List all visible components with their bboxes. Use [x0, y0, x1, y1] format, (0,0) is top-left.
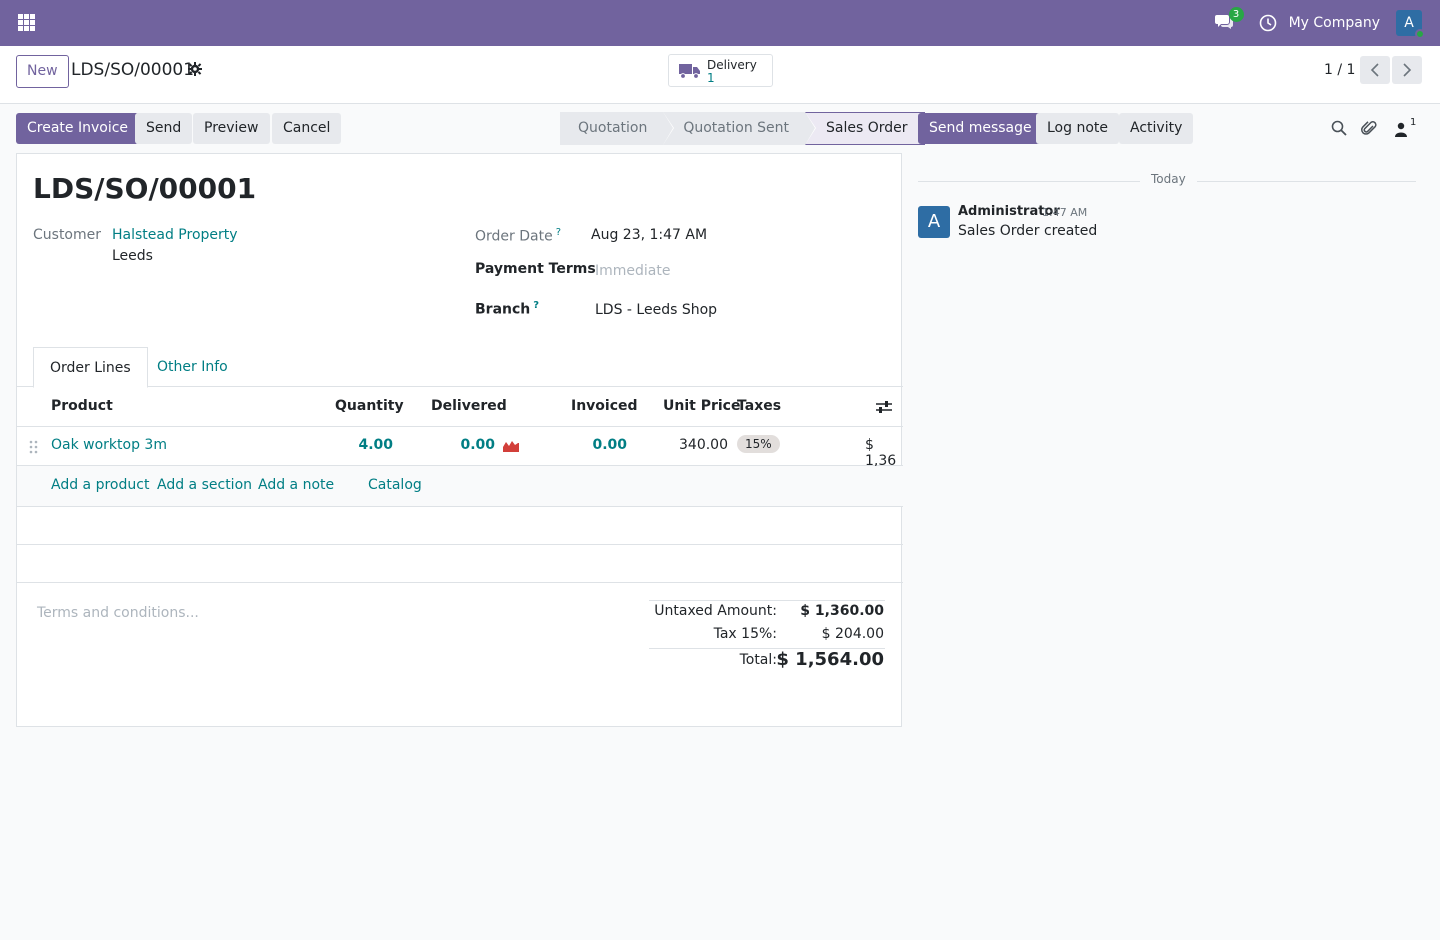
followers-button[interactable]: 1	[1393, 117, 1417, 138]
untaxed-amount-label: Untaxed Amount:	[654, 603, 777, 619]
pager-next-button[interactable]	[1392, 56, 1422, 84]
payment-terms-label: Payment Terms	[475, 261, 596, 277]
terms-conditions-field[interactable]: Terms and conditions...	[37, 605, 199, 621]
preview-button[interactable]: Preview	[193, 113, 270, 144]
today-label: Today	[1140, 172, 1197, 186]
navbar-systray: 3 My Company A	[1214, 0, 1440, 46]
activity-button[interactable]: Activity	[1119, 113, 1194, 144]
drag-handle-icon[interactable]	[29, 440, 39, 454]
cancel-button[interactable]: Cancel	[272, 113, 342, 144]
stage-quotation[interactable]: Quotation	[560, 112, 675, 145]
empty-row	[17, 507, 903, 545]
chat-count-badge: 3	[1228, 7, 1244, 22]
message-author-avatar[interactable]: A	[918, 206, 950, 238]
add-line-row: Add a product Add a section Add a note C…	[17, 466, 903, 507]
stage-quotation-sent[interactable]: Quotation Sent	[663, 112, 816, 145]
col-taxes[interactable]: Taxes	[737, 398, 781, 414]
pager-previous-button[interactable]	[1360, 56, 1390, 84]
empty-row	[17, 545, 903, 583]
delivery-smart-button[interactable]: Delivery 1	[668, 54, 773, 87]
tab-order-lines[interactable]: Order Lines	[33, 347, 148, 388]
stage-label: Quotation Sent	[683, 120, 789, 136]
stage-sales-order[interactable]: Sales Order	[805, 112, 925, 145]
order-date-label: Order Date?	[475, 227, 561, 245]
tax-badge[interactable]: 15%	[737, 435, 780, 453]
truck-icon	[679, 64, 700, 79]
customer-city: Leeds	[112, 248, 153, 264]
send-message-button[interactable]: Send message	[918, 113, 1043, 144]
message-time: 1:47 AM	[1042, 206, 1088, 219]
col-unit-price[interactable]: Unit Price	[663, 398, 740, 414]
log-note-button[interactable]: Log note	[1036, 113, 1119, 144]
order-lines-header: Product Quantity Delivered Invoiced Unit…	[17, 387, 903, 427]
user-avatar[interactable]: A	[1396, 10, 1425, 39]
search-icon[interactable]	[1331, 120, 1347, 136]
form-sheet: LDS/SO/00001 Customer Halstead Property …	[16, 153, 903, 727]
payment-terms-field[interactable]: Immediate	[595, 263, 670, 279]
person-icon	[1395, 122, 1407, 137]
add-note-link[interactable]: Add a note	[258, 477, 334, 493]
followers-count: 1	[1410, 117, 1417, 128]
line-delivered[interactable]: 0.00	[460, 437, 495, 453]
tax-value: $ 204.00	[821, 626, 884, 642]
user-avatar-letter: A	[1404, 15, 1414, 31]
stage-label: Quotation	[578, 120, 648, 136]
clock-icon[interactable]	[1259, 14, 1277, 32]
new-button[interactable]: New	[16, 55, 69, 88]
messaging-menu[interactable]: 3	[1214, 7, 1244, 33]
branch-label-text: Branch	[475, 301, 531, 318]
line-subtotal: $ 1,36	[865, 437, 897, 469]
create-invoice-button[interactable]: Create Invoice	[16, 113, 140, 144]
order-date-label-text: Order Date	[475, 228, 553, 245]
add-product-link[interactable]: Add a product	[51, 477, 149, 493]
tab-other-info[interactable]: Other Info	[141, 347, 244, 387]
branch-label: Branch?	[475, 300, 539, 318]
order-date-value[interactable]: Aug 23, 1:47 AM	[591, 227, 707, 243]
apps-menu-icon[interactable]	[18, 14, 35, 31]
line-unit-price[interactable]: 340.00	[679, 437, 728, 453]
send-button[interactable]: Send	[135, 113, 193, 144]
customer-link[interactable]: Halstead Property	[112, 227, 238, 243]
delivery-count: 1	[707, 71, 715, 85]
table-row[interactable]: Oak worktop 3m 4.00 0.00 0.00 340.00 15%…	[17, 427, 903, 469]
line-product[interactable]: Oak worktop 3m	[51, 437, 167, 453]
chevron-left-icon	[1370, 63, 1379, 77]
chevron-right-icon	[1403, 63, 1412, 77]
stage-label: Sales Order	[826, 120, 908, 136]
paperclip-icon[interactable]	[1361, 119, 1377, 137]
tax-label: Tax 15%:	[713, 626, 777, 642]
catalog-link[interactable]: Catalog	[368, 477, 422, 493]
column-settings-icon[interactable]	[876, 400, 892, 414]
order-date-help-icon[interactable]: ?	[556, 227, 561, 238]
totals-divider	[649, 600, 885, 601]
total-value: $ 1,564.00	[776, 649, 884, 670]
pager-value[interactable]: 1 / 1	[1324, 62, 1355, 78]
col-invoiced[interactable]: Invoiced	[571, 398, 638, 414]
status-bar: Quotation Quotation Sent Sales Order	[560, 112, 925, 145]
customer-label: Customer	[33, 227, 102, 243]
notebook-tabs: Order Lines Other Info	[17, 347, 903, 388]
branch-field[interactable]: LDS - Leeds Shop	[595, 302, 717, 318]
forecast-chart-icon[interactable]	[503, 439, 519, 452]
col-quantity[interactable]: Quantity	[335, 398, 404, 414]
col-product[interactable]: Product	[51, 398, 113, 414]
add-section-link[interactable]: Add a section	[157, 477, 252, 493]
breadcrumb-record-name: LDS/SO/00001	[71, 60, 195, 80]
delivery-label: Delivery	[707, 58, 757, 72]
untaxed-amount-value: $ 1,360.00	[800, 603, 884, 619]
message-body: Sales Order created	[958, 223, 1098, 239]
col-delivered[interactable]: Delivered	[431, 398, 507, 414]
order-reference: LDS/SO/00001	[33, 172, 257, 205]
line-quantity[interactable]: 4.00	[358, 437, 393, 453]
company-switcher[interactable]: My Company	[1289, 15, 1380, 31]
control-panel: New LDS/SO/00001 Delivery 1 1 / 1	[0, 46, 1440, 104]
branch-help-icon[interactable]: ?	[533, 300, 539, 311]
top-navbar: 3 My Company A	[0, 0, 1440, 46]
online-status-dot	[1415, 29, 1425, 39]
line-invoiced[interactable]: 0.00	[592, 437, 627, 453]
gear-icon[interactable]	[188, 62, 202, 76]
